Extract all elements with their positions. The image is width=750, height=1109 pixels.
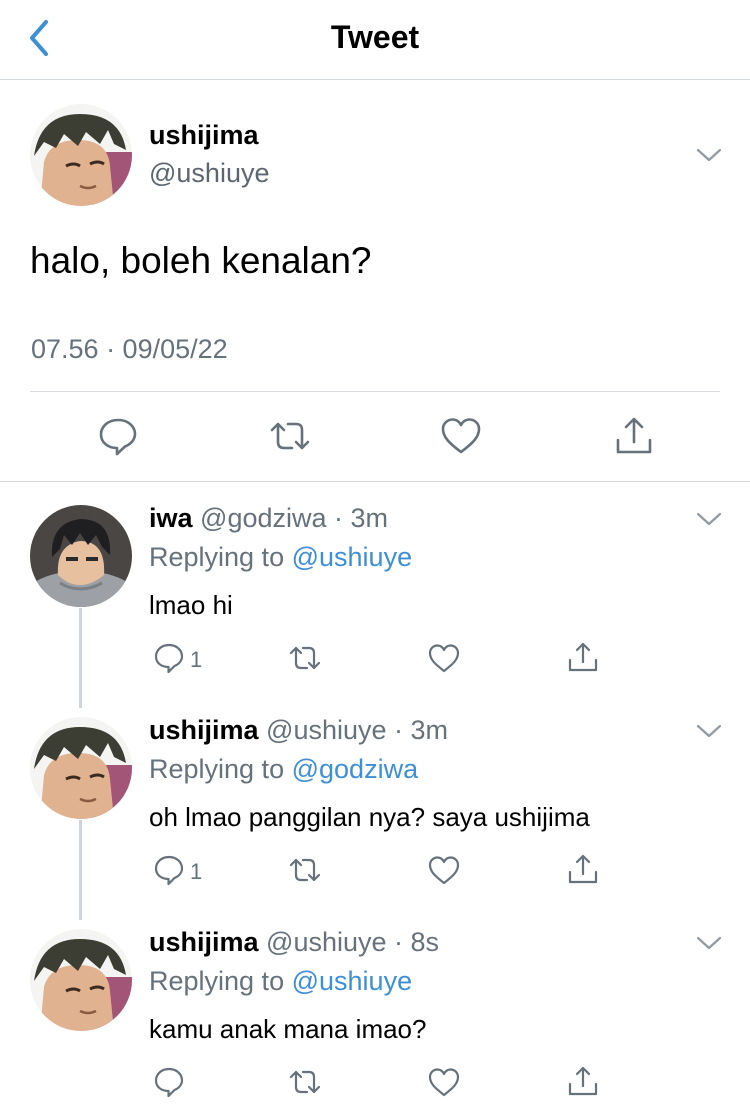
reply-count: 1 <box>190 647 203 672</box>
reply-icon[interactable] <box>152 641 186 675</box>
retweet-icon[interactable] <box>288 641 322 675</box>
avatar[interactable] <box>30 929 132 1031</box>
replying-to-label: Replying to <box>149 966 285 996</box>
reply-icon[interactable] <box>152 853 186 887</box>
reply-header: ushijima @ushiuye · 8s <box>149 927 439 958</box>
author-meta[interactable]: @ushiuye · 3m <box>266 715 448 745</box>
page-title: Tweet <box>330 19 420 55</box>
author-name[interactable]: iwa <box>149 503 193 533</box>
avatar[interactable] <box>30 505 132 607</box>
reply-icon[interactable] <box>96 414 140 458</box>
retweet-icon[interactable] <box>288 1065 322 1099</box>
mention-link[interactable]: @ushiuye <box>292 542 412 572</box>
thread-line <box>79 820 82 920</box>
thread-line <box>79 608 82 708</box>
retweet-icon[interactable] <box>288 853 322 887</box>
like-icon[interactable] <box>427 853 461 887</box>
chevron-down-icon[interactable] <box>696 511 722 527</box>
reply-header: iwa @godziwa · 3m <box>149 503 388 534</box>
top-bar: Tweet <box>0 0 750 80</box>
author-name[interactable]: ushijima <box>149 120 259 151</box>
reply-text: oh lmao panggilan nya? saya ushijima <box>149 802 590 832</box>
replying-to: Replying to @godziwa <box>149 754 418 785</box>
like-icon[interactable] <box>427 1065 461 1099</box>
chevron-down-icon[interactable] <box>696 935 722 951</box>
chevron-down-icon[interactable] <box>696 723 722 739</box>
reply-icon[interactable] <box>152 1065 186 1099</box>
reply-count: 1 <box>190 859 203 884</box>
divider <box>30 391 720 392</box>
tweet-timestamp: 07.56 · 09/05/22 <box>31 334 228 364</box>
retweet-icon[interactable] <box>268 414 312 458</box>
divider <box>0 481 750 482</box>
reply-text: kamu anak mana imao? <box>149 1014 427 1044</box>
author-handle[interactable]: @ushiuye <box>149 158 269 189</box>
chevron-down-icon[interactable] <box>696 147 722 163</box>
tweet-text: halo, boleh kenalan? <box>30 240 372 281</box>
replying-to-label: Replying to <box>149 542 285 572</box>
share-icon[interactable] <box>566 852 600 886</box>
share-icon[interactable] <box>612 414 656 458</box>
share-icon[interactable] <box>566 640 600 674</box>
replying-to: Replying to @ushiuye <box>149 966 412 997</box>
mention-link[interactable]: @ushiuye <box>292 966 412 996</box>
like-icon[interactable] <box>439 414 483 458</box>
reply-header: ushijima @ushiuye · 3m <box>149 715 448 746</box>
reply-text: lmao hi <box>149 590 233 620</box>
replying-to: Replying to @ushiuye <box>149 542 412 573</box>
author-meta[interactable]: @ushiuye · 8s <box>266 927 439 957</box>
author-name[interactable]: ushijima <box>149 715 259 745</box>
like-icon[interactable] <box>427 641 461 675</box>
avatar[interactable] <box>30 717 132 819</box>
avatar[interactable] <box>30 104 132 206</box>
author-meta[interactable]: @godziwa · 3m <box>200 503 388 533</box>
author-name[interactable]: ushijima <box>149 927 259 957</box>
share-icon[interactable] <box>566 1064 600 1098</box>
mention-link[interactable]: @godziwa <box>292 754 418 784</box>
replying-to-label: Replying to <box>149 754 285 784</box>
